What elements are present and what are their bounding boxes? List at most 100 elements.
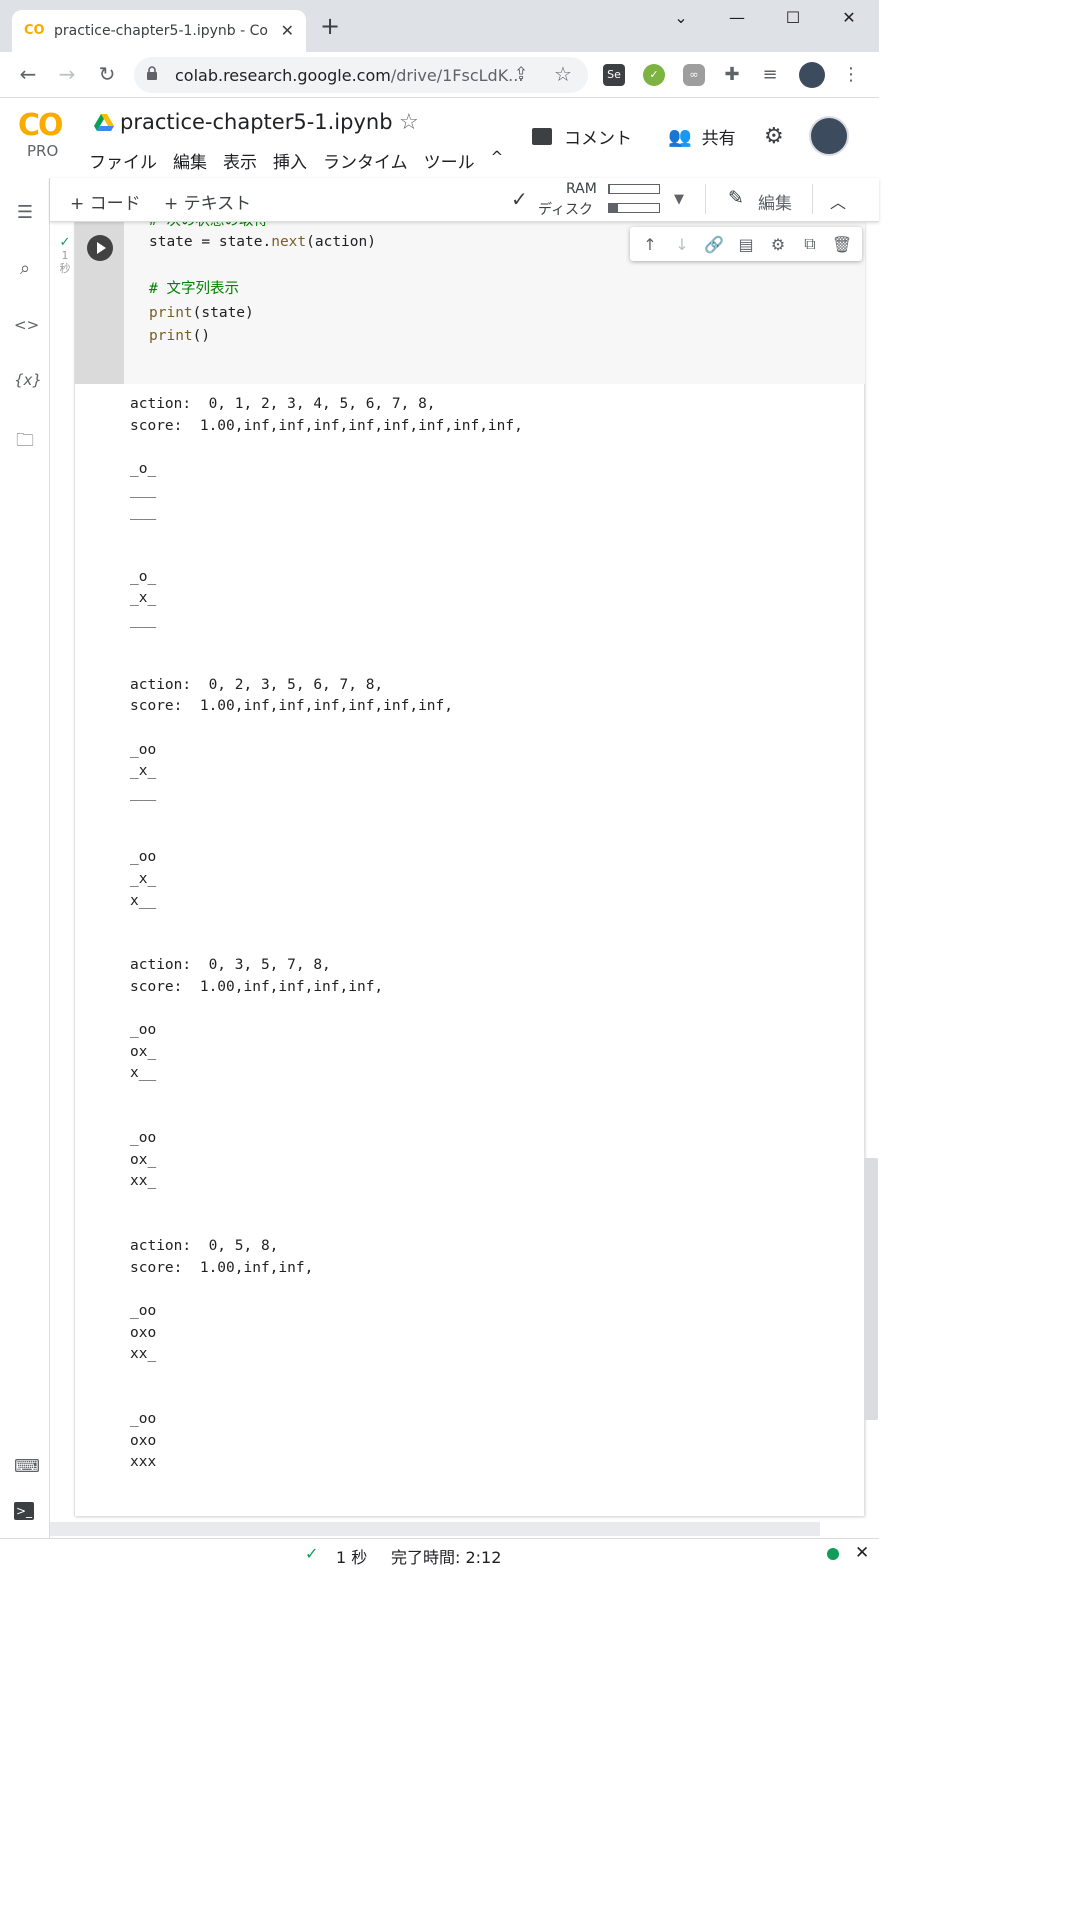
colab-header: CO PRO practice-chapter5-1.ipynb ☆ ファイル … — [0, 98, 879, 178]
ram-usage-fill — [609, 185, 610, 193]
green-extension-icon[interactable]: ✓ — [643, 64, 665, 86]
collapse-toolbar-icon[interactable]: ︿ — [830, 189, 846, 213]
menu-bar: ファイル 編集 表示 挿入 ランタイム ツール ^ — [89, 148, 519, 173]
code-token: state = state. — [149, 234, 272, 250]
vertical-scrollbar[interactable] — [864, 1158, 878, 1420]
code-token-function: next — [271, 234, 307, 250]
people-icon: 👥 — [668, 126, 692, 148]
forward-icon[interactable]: → — [54, 62, 80, 86]
tab-search-icon[interactable]: ⌄ — [666, 8, 696, 27]
bookmark-star-icon[interactable]: ☆ — [554, 62, 572, 86]
extensions-puzzle-icon[interactable]: ✚ — [721, 64, 743, 86]
terminal-icon[interactable]: >_ — [14, 1502, 34, 1520]
browser-tab[interactable]: CO practice-chapter5-1.ipynb - Colab ✕ — [12, 10, 306, 52]
add-code-button[interactable]: + コード — [70, 189, 141, 214]
completion-time: 完了時間: 2:12 — [391, 1548, 502, 1567]
menu-edit[interactable]: 編集 — [173, 148, 207, 173]
google-drive-icon[interactable] — [94, 114, 114, 132]
profile-avatar[interactable] — [799, 62, 825, 88]
variables-icon[interactable]: {x} — [14, 371, 42, 389]
search-icon[interactable]: ⌕ — [14, 258, 36, 279]
minimize-icon[interactable]: — — [722, 8, 752, 27]
execution-duration: 1 秒 — [336, 1548, 368, 1567]
url-host: colab.research.google.com — [175, 66, 391, 85]
run-cell-button[interactable] — [87, 235, 113, 261]
ram-usage-bar — [608, 184, 660, 194]
disk-usage-fill — [609, 204, 618, 212]
move-cell-up-icon[interactable]: ↑ — [638, 235, 662, 254]
comment-icon — [532, 128, 552, 145]
plan-label: PRO — [27, 142, 59, 160]
command-palette-icon[interactable]: ⌨ — [14, 1456, 40, 1477]
table-of-contents-icon[interactable]: ☰ — [14, 202, 36, 223]
colab-favicon-icon: CO — [24, 23, 45, 38]
copy-link-icon[interactable]: 🔗 — [702, 235, 726, 254]
menu-tools[interactable]: ツール — [424, 148, 475, 173]
share-page-icon[interactable]: ⇪ — [514, 64, 528, 84]
share-button[interactable]: 👥 共有 — [668, 124, 736, 149]
code-line-partial: # 次の状態の取得 — [149, 222, 268, 234]
status-check-icon: ✓ — [305, 1544, 319, 1563]
menu-runtime[interactable]: ランタイム — [323, 148, 408, 173]
edit-pencil-icon[interactable]: ✎ — [728, 187, 744, 209]
files-folder-icon[interactable]: 🗀 — [14, 428, 36, 458]
infinity-extension-icon[interactable]: ∞ — [683, 64, 705, 86]
settings-gear-icon[interactable]: ⚙ — [764, 124, 784, 149]
runtime-dropdown-icon[interactable]: ▼ — [674, 192, 684, 207]
browser-toolbar: ← → ↻ colab.research.google.com/drive/1F… — [0, 52, 879, 98]
code-line: state = state.next(action) — [149, 234, 376, 250]
code-token-function: print — [149, 304, 193, 321]
maximize-icon[interactable]: ☐ — [778, 8, 808, 27]
tab-title: practice-chapter5-1.ipynb - Colab — [54, 23, 269, 39]
reload-icon[interactable]: ↻ — [94, 62, 120, 86]
status-close-icon[interactable]: ✕ — [855, 1543, 869, 1563]
connected-check-icon: ✓ — [511, 187, 528, 211]
notebook-title[interactable]: practice-chapter5-1.ipynb — [120, 110, 393, 134]
execution-status: ✓ 1 秒 — [54, 236, 76, 275]
selenium-extension-icon[interactable]: Se — [603, 64, 625, 86]
comment-label: コメント — [564, 129, 632, 149]
notebook-area: ✓ 1 秒 # 次の状態の取得state = state.next(action… — [50, 222, 879, 1538]
cell-output: action: 0, 1, 2, 3, 4, 5, 6, 7, 8, score… — [130, 396, 523, 1471]
disk-label: ディスク — [538, 202, 594, 218]
horizontal-scrollbar[interactable] — [50, 1522, 820, 1536]
reading-list-icon[interactable]: ≡ — [759, 64, 781, 86]
tab-close-icon[interactable]: ✕ — [281, 21, 294, 40]
back-icon[interactable]: ← — [15, 62, 41, 86]
colab-logo-text: CO — [18, 108, 64, 143]
status-bar: ✓ 1 秒 完了時間: 2:12 ✕ — [0, 1538, 879, 1568]
colab-logo[interactable]: CO PRO — [18, 108, 70, 161]
code-line: print(state) — [149, 305, 254, 321]
comment-button[interactable]: コメント — [532, 124, 632, 149]
new-tab-icon[interactable]: + — [320, 14, 340, 38]
collapse-header-icon[interactable]: ^ — [491, 148, 504, 173]
add-comment-icon[interactable]: ▤ — [734, 235, 758, 254]
account-avatar[interactable] — [809, 116, 849, 156]
cell-settings-icon[interactable]: ⚙ — [766, 235, 790, 254]
menu-file[interactable]: ファイル — [89, 148, 157, 173]
browser-tab-strip: CO practice-chapter5-1.ipynb - Colab ✕ +… — [0, 0, 879, 52]
menu-insert[interactable]: 挿入 — [273, 148, 307, 173]
divider — [812, 184, 813, 214]
address-bar[interactable]: colab.research.google.com/drive/1FscLdK.… — [134, 57, 588, 93]
window-close-icon[interactable]: ✕ — [834, 8, 864, 27]
add-text-button[interactable]: + テキスト — [164, 189, 251, 214]
code-snippets-icon[interactable]: <> — [14, 316, 39, 334]
left-sidebar: ☰ ⌕ <> {x} 🗀 ⌨ >_ — [0, 178, 50, 1538]
move-cell-down-icon[interactable]: ↓ — [670, 235, 694, 254]
browser-menu-icon[interactable]: ⋮ — [840, 64, 862, 86]
cell-toolbar: ↑ ↓ 🔗 ▤ ⚙ ⧉ 🗑 — [630, 227, 862, 261]
mirror-cell-icon[interactable]: ⧉ — [798, 234, 822, 254]
code-comment: # 文字列表示 — [149, 281, 239, 297]
lock-icon — [147, 66, 157, 80]
ram-label: RAM — [566, 181, 597, 197]
code-cell[interactable]: # 次の状態の取得state = state.next(action) # 文字… — [74, 222, 865, 1516]
notebook-toolbar: + コード + テキスト ✓ RAM ディスク ▼ ✎ 編集 ︿ — [50, 178, 879, 222]
edit-mode-button[interactable]: 編集 — [758, 189, 792, 214]
execution-time-value: 1 — [61, 249, 69, 262]
star-notebook-icon[interactable]: ☆ — [399, 110, 419, 135]
delete-cell-icon[interactable]: 🗑 — [830, 235, 854, 254]
code-token-function: print — [149, 328, 193, 344]
runtime-status-dot-icon — [827, 1548, 839, 1560]
menu-view[interactable]: 表示 — [223, 148, 257, 173]
